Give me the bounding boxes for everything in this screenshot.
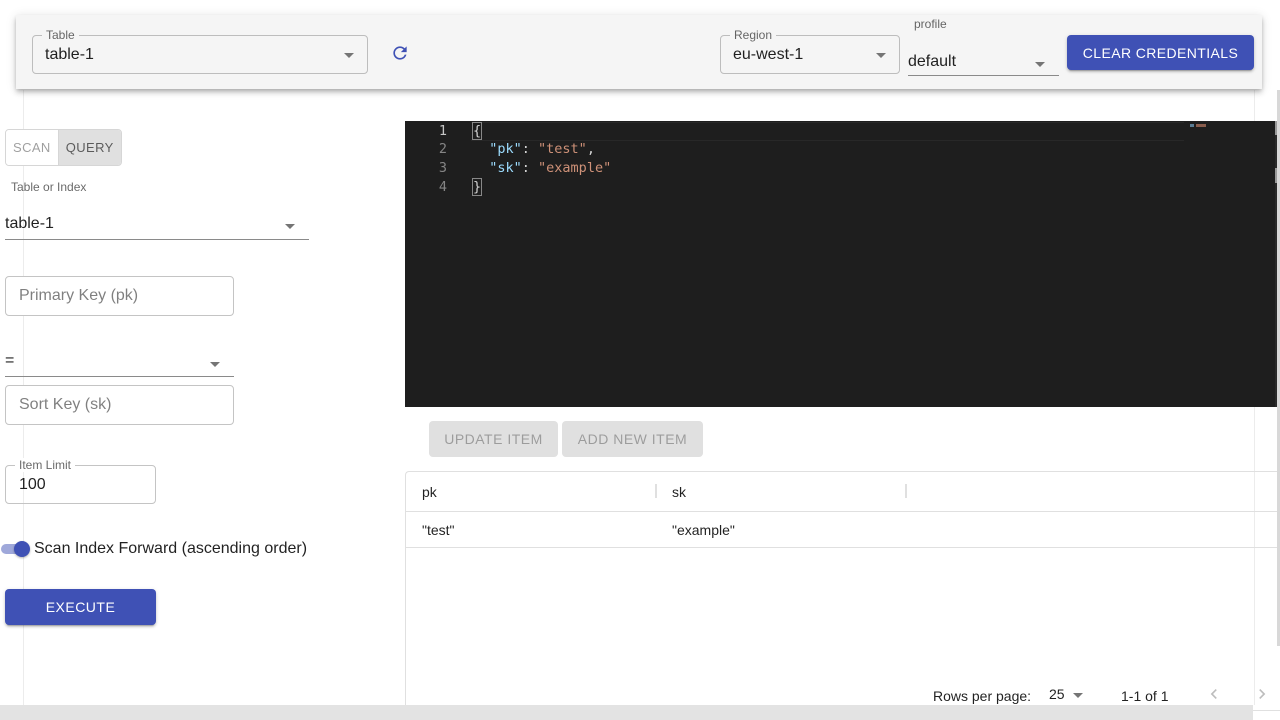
line-number: 1 [438,123,447,139]
profile-select-value: default [908,53,957,70]
rows-per-page-select[interactable]: 25 [1049,686,1089,706]
chevron-down-icon [210,362,220,367]
json-editor[interactable]: 1 { 2 "pk": "test", 3 "sk": "example" 4 … [405,121,1278,407]
table-or-index-label: Table or Index [11,180,87,194]
code-text: } [471,178,483,197]
editor-line: 1 { [405,122,1278,141]
page-horizontal-scrollbar[interactable] [0,705,1253,720]
scan-mode-button[interactable]: SCAN [6,130,58,165]
column-resize-handle[interactable] [655,484,657,498]
line-number: 4 [438,179,447,195]
chevron-down-icon [344,53,354,58]
update-item-button[interactable]: UPDATE ITEM [429,421,558,457]
minimap-mark [1196,124,1206,127]
profile-select[interactable]: default [908,45,1059,76]
item-limit-input[interactable] [19,476,139,494]
table-or-index-value: table-1 [5,215,54,232]
editor-line: 3 "sk": "example" [405,159,1278,178]
table-select-value: table-1 [45,46,94,63]
mode-toggle-group: SCAN QUERY [5,129,122,166]
region-select-value: eu-west-1 [733,46,804,63]
execute-button[interactable]: EXECUTE [5,589,156,625]
region-select-label: Region [730,28,777,42]
minimap-mark [1190,124,1194,127]
line-number: 2 [438,141,447,157]
sort-key-operator-select[interactable]: = [5,347,234,377]
json-string: "test" [538,141,587,157]
item-limit-label: Item Limit [15,458,76,472]
sort-key-field [5,385,234,425]
close-brace: } [471,178,483,196]
previous-page-button[interactable] [1204,684,1224,704]
column-header-sk[interactable]: sk [672,484,686,500]
table-cell-pk: "test" [422,522,455,538]
chevron-left-icon [1210,689,1217,699]
json-key: "pk" [489,141,522,157]
code-text: { [471,122,483,141]
column-header-pk[interactable]: pk [422,484,437,500]
rows-per-page-label: Rows per page: [933,688,1032,704]
code-text: "sk": "example" [489,160,612,176]
column-resize-handle[interactable] [905,484,907,498]
json-comma: , [586,141,595,157]
editor-minimap[interactable] [1190,123,1210,129]
query-mode-button[interactable]: QUERY [57,130,121,165]
chevron-down-icon [876,53,886,58]
next-page-button[interactable] [1252,684,1272,704]
refresh-button[interactable] [386,39,414,67]
top-toolbar: Table table-1 Region eu-west-1 profile d… [16,15,1262,89]
primary-key-input[interactable] [19,277,226,315]
page-info: 1-1 of 1 [1121,688,1169,704]
rows-per-page-value: 25 [1049,686,1065,702]
results-table: pk sk "test" "example" Rows per page: 25… [405,471,1280,711]
region-select[interactable]: Region eu-west-1 [720,28,900,74]
chevron-down-icon [1073,693,1083,698]
item-limit-field: Item Limit [5,458,156,504]
primary-key-field [5,276,234,316]
table-select[interactable]: Table table-1 [32,28,368,74]
editor-line: 2 "pk": "test", [405,140,1278,159]
table-cell-sk: "example" [672,522,735,538]
open-brace: { [471,122,483,140]
sort-key-input[interactable] [19,386,226,424]
add-new-item-button[interactable]: ADD NEW ITEM [562,421,703,457]
code-text: "pk": "test", [489,141,595,157]
scan-index-forward-toggle[interactable] [1,540,31,558]
table-select-label: Table [42,28,79,42]
line-number: 3 [438,160,447,176]
table-row[interactable]: "test" "example" [406,512,1280,548]
table-or-index-select[interactable]: table-1 [5,207,309,240]
json-string: "example" [538,160,612,176]
chevron-down-icon [1035,62,1045,67]
operator-value: = [5,352,15,369]
json-key: "sk" [489,160,522,176]
profile-label: profile [914,17,947,31]
app-root: Table table-1 Region eu-west-1 profile d… [0,0,1280,720]
editor-line: 4 } [405,178,1278,197]
chevron-down-icon [285,224,295,229]
clear-credentials-button[interactable]: CLEAR CREDENTIALS [1067,35,1254,70]
chevron-right-icon [1259,689,1266,699]
table-header: pk sk [406,472,1280,512]
refresh-icon [393,46,407,60]
scan-index-forward-label: Scan Index Forward (ascending order) [34,540,308,557]
toggle-thumb [14,541,30,557]
current-line-highlight [471,122,1184,141]
